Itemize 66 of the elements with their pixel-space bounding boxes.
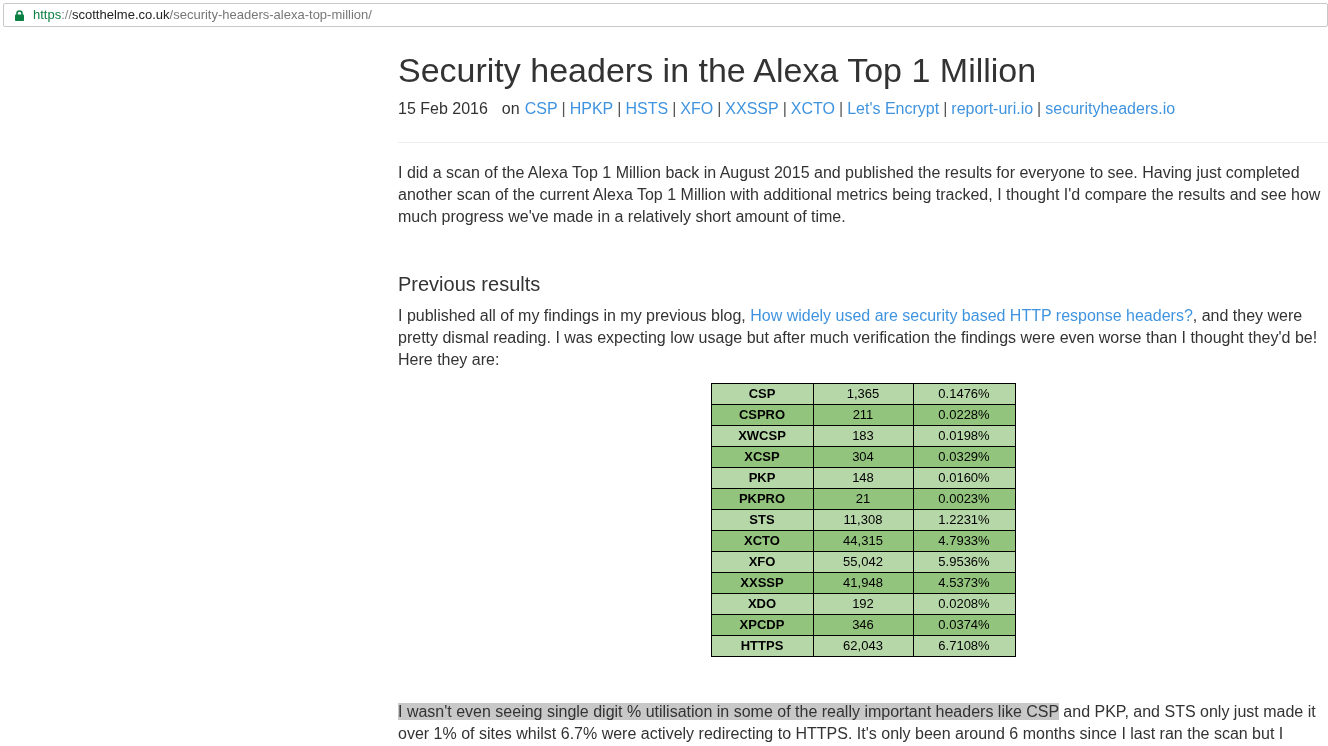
table-cell: 0.0329% [913,446,1015,468]
tag-link[interactable]: report-uri.io [951,98,1034,120]
table-cell: 6.7108% [913,635,1015,657]
table-cell: 1.2231% [913,509,1015,531]
table-cell: CSPRO [711,404,813,426]
tag-separator: | [672,99,677,119]
tag-link[interactable]: Let's Encrypt [847,98,940,120]
tag-link[interactable]: HSTS [625,98,669,120]
table-cell: 62,043 [813,635,913,657]
table-cell: XCSP [711,446,813,468]
table-cell: XCTO [711,530,813,552]
tag-separator: | [717,99,722,119]
table-cell: 0.1476% [913,383,1015,405]
tag-separator: | [943,99,948,119]
table-cell: 5.9536% [913,551,1015,573]
table-cell: 44,315 [813,530,913,552]
table-cell: XDO [711,593,813,615]
table-cell: 183 [813,425,913,447]
table-cell: STS [711,509,813,531]
tag-link[interactable]: XCTO [790,98,835,120]
table-cell: XPCDP [711,614,813,636]
post-date: 15 Feb 2016 [398,99,488,119]
intro-paragraph: I did a scan of the Alexa Top 1 Million back in August 2015 and published the results for everyone to see. Having just completed another scan of the current Alexa Top 1 Million with additional metrics being tracked, I thought I'd compare the results and see how much progress we've made in a relatively short amount of time. [398,163,1322,227]
table-cell: 0.0208% [913,593,1015,615]
body-paragraph: I wasn't even seeing single digit % utilisation in some of the really important headers like CSP and PKP, and STS only just made it over 1% of sites whilst 6.7% were actively redirecting to HTTPS. It's only been around 6 months since I last ran the scan but I [398,702,1317,744]
table-cell: 304 [813,446,913,468]
table-cell: XFO [711,551,813,573]
table-cell: 4.5373% [913,572,1015,594]
table-cell: 11,308 [813,509,913,531]
table-cell: 0.0228% [913,404,1015,426]
table-cell: 192 [813,593,913,615]
tag-link[interactable]: XXSSP [725,98,779,120]
tags-label: on [501,99,520,119]
tag-separator: | [839,99,844,119]
section-heading: Previous results [398,272,541,297]
table-cell: 346 [813,614,913,636]
table-cell: 21 [813,488,913,510]
table-cell: 211 [813,404,913,426]
article-title: Security headers in the Alexa Top 1 Million [398,52,1037,89]
table-cell: HTTPS [711,635,813,657]
tag-separator: | [617,99,622,119]
table-cell: 148 [813,467,913,489]
table-cell: 41,948 [813,572,913,594]
article-link[interactable]: How widely used are security based HTTP response headers? [750,307,1193,324]
table-cell: 55,042 [813,551,913,573]
table-cell: PKP [711,467,813,489]
table-cell: 0.0160% [913,467,1015,489]
tag-link[interactable]: securityheaders.io [1045,98,1176,120]
table-cell: 0.0023% [913,488,1015,510]
table-cell: XXSSP [711,572,813,594]
tag-link[interactable]: XFO [680,98,714,120]
table-cell: 0.0198% [913,425,1015,447]
body-paragraph: I published all of my findings in my previous blog, How widely used are security based HTTP response headers?, and they were pretty dismal reading. I was expecting low usage but after much verification the findings were even worse than I thought they'd be! Here they are: [398,306,1319,370]
table-cell: PKPRO [711,488,813,510]
tag-link[interactable]: HPKP [569,98,614,120]
table-cell: 1,365 [813,383,913,405]
table-cell: XWCSP [711,425,813,447]
table-cell: CSP [711,383,813,405]
address-field[interactable]: https://scotthelme.co.uk/security-headers-alexa-top-million/ [3,3,1328,27]
padlock-icon [15,9,24,21]
table-cell: 0.0374% [913,614,1015,636]
table-cell: 4.7933% [913,530,1015,552]
tag-separator: | [782,99,787,119]
tag-link[interactable]: CSP [524,98,558,120]
tag-separator: | [561,99,566,119]
tag-separator: | [1037,99,1042,119]
